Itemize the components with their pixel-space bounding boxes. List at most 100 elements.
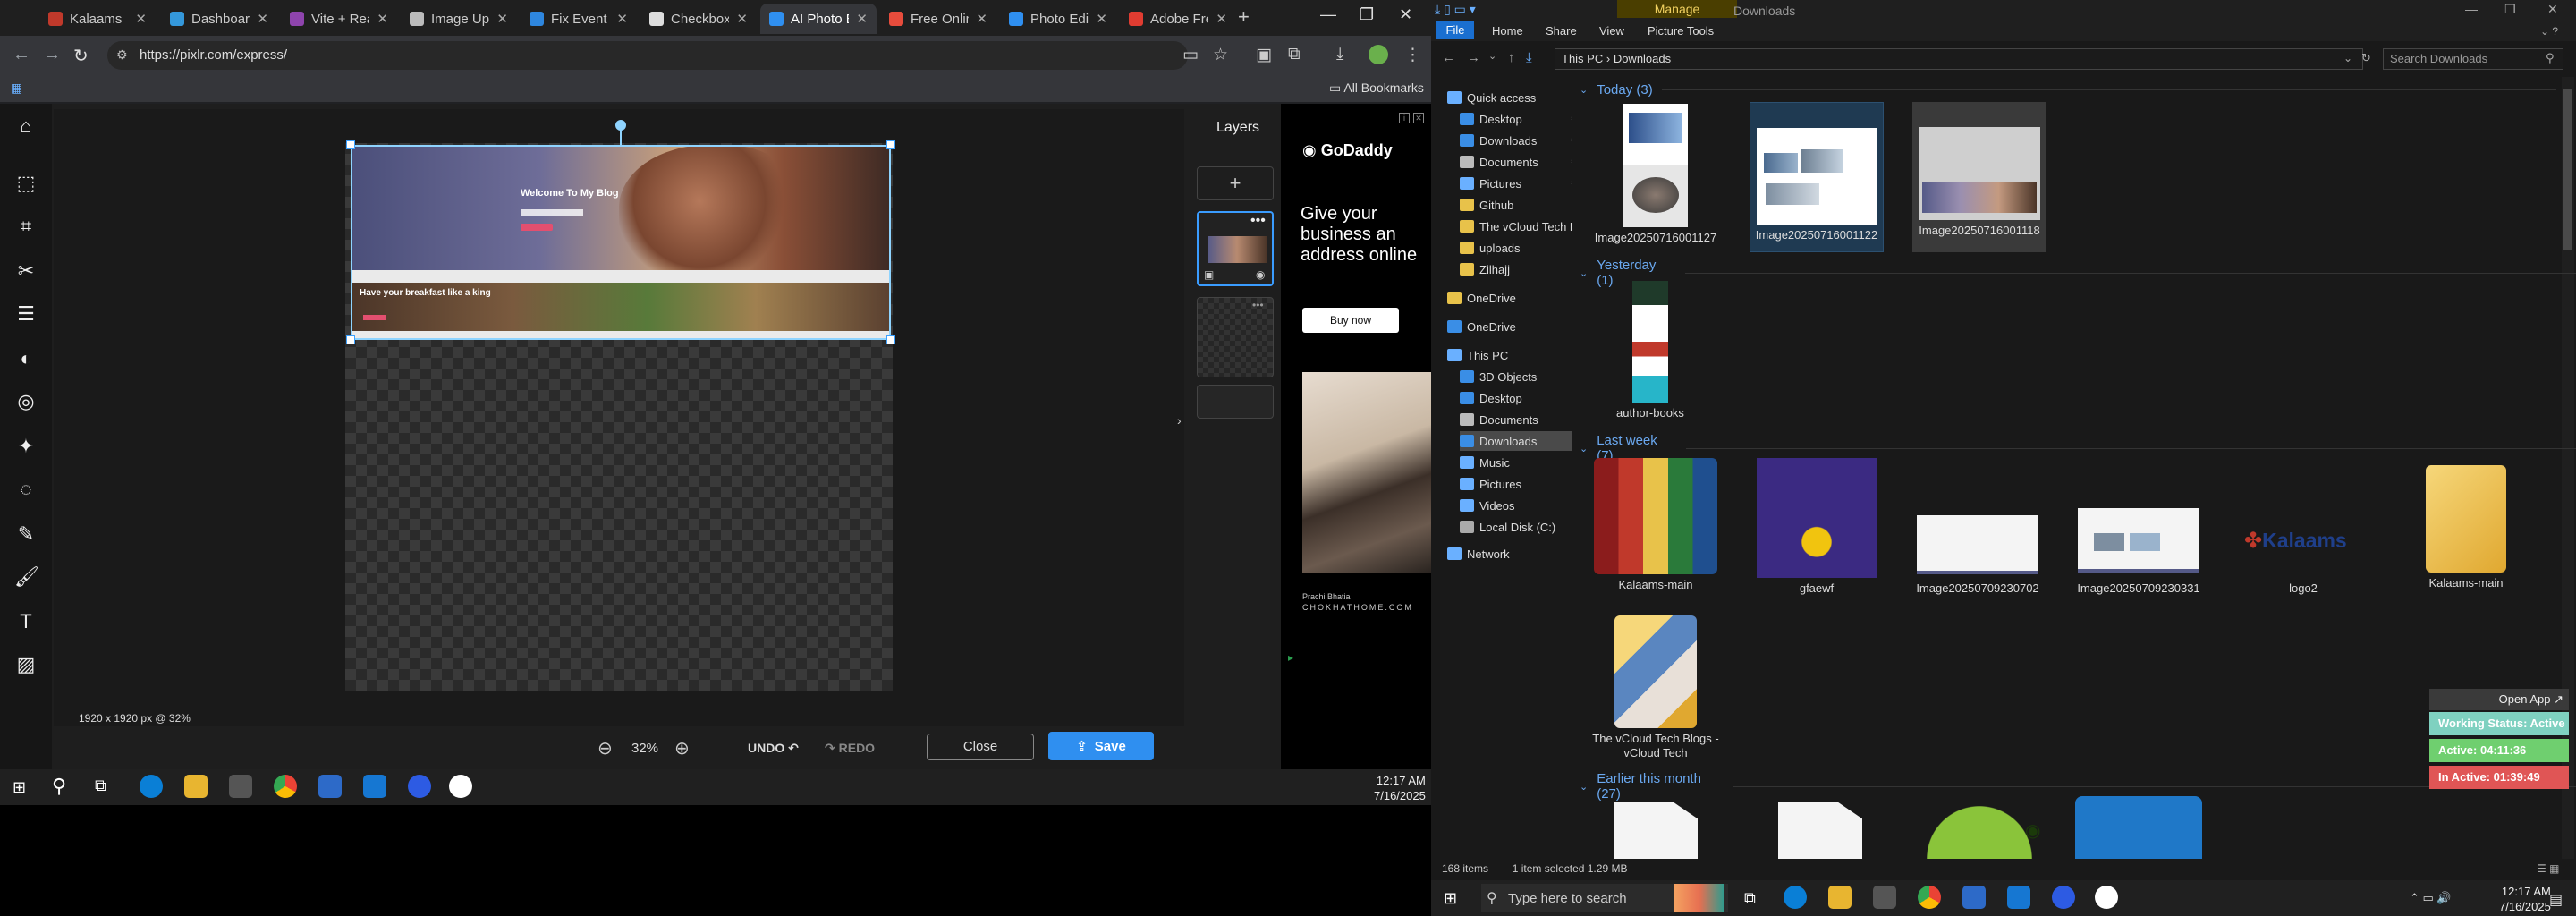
maximize-button[interactable]: ❐ <box>1360 5 1374 24</box>
nav-item[interactable]: Quick access <box>1447 88 1536 107</box>
home-icon[interactable]: ⌂ <box>14 114 38 138</box>
add-layer-button[interactable]: + <box>1197 166 1274 200</box>
edge-icon[interactable] <box>1784 886 1807 909</box>
site-info-icon[interactable]: ⚙ <box>116 47 128 63</box>
breadcrumb-downloads[interactable]: Downloads <box>1614 52 1671 65</box>
group-yesterday[interactable]: ⌄ Yesterday (1) <box>1580 258 2576 288</box>
refresh-icon[interactable]: ↻ <box>2361 51 2371 65</box>
explorer-address-bar[interactable] <box>1555 48 2363 70</box>
file-item[interactable]: Image20250716001118 <box>1912 102 2046 252</box>
ribbon-tab-share[interactable]: Share <box>1546 24 1577 38</box>
forward-arrow-icon[interactable]: → <box>1467 50 1480 65</box>
file-item[interactable]: ✤Kalaams logo2 <box>2236 458 2370 596</box>
nav-item[interactable]: Pictures✱ <box>1460 174 1578 193</box>
file-item[interactable]: The vCloud Tech Blogs - vCloud Tech <box>1589 615 1723 760</box>
nav-item[interactable]: Network <box>1447 544 1510 564</box>
tab-close-icon[interactable]: ✕ <box>976 11 987 27</box>
tab-close-icon[interactable]: ✕ <box>257 11 268 27</box>
ad-close-icon[interactable]: ✕ <box>1413 113 1424 123</box>
file-item[interactable]: Image20250709230331 <box>2072 458 2206 596</box>
browser-tab[interactable]: Kalaams ✕ <box>39 4 156 34</box>
windows-start-icon[interactable]: ⊞ <box>1444 889 1457 908</box>
close-window-button[interactable]: ✕ <box>2547 2 2558 17</box>
selection-box[interactable] <box>351 145 891 340</box>
vscode-icon[interactable] <box>2007 886 2030 909</box>
ai-tool-icon[interactable]: ✦ <box>14 435 38 458</box>
ribbon-tab-view[interactable]: View <box>1599 24 1624 38</box>
undo-button[interactable]: UNDO ↶ <box>748 741 799 756</box>
tab-close-icon[interactable]: ✕ <box>496 11 508 27</box>
close-window-button[interactable]: ✕ <box>1399 5 1412 24</box>
notification-icon[interactable]: ▤ <box>2549 891 2563 909</box>
browser-tab[interactable]: Fix Event Sub ✕ <box>521 4 637 34</box>
vpn-icon[interactable] <box>318 775 342 798</box>
nav-item[interactable]: Videos <box>1460 496 1515 515</box>
file-item[interactable]: Image20250716001122 <box>1750 102 1884 252</box>
file-item[interactable]: Image20250709230702 <box>1911 458 2045 596</box>
breadcrumb-this-pc[interactable]: This PC <box>1562 52 1603 65</box>
all-bookmarks-button[interactable]: ▭ All Bookmarks <box>1329 81 1424 96</box>
file-item[interactable]: author-books <box>1583 281 1717 420</box>
search-icon[interactable]: ⚲ <box>2546 51 2555 65</box>
browser-tab[interactable]: Dashboard ✕ <box>161 4 277 34</box>
filter-tool-icon[interactable]: ◐ <box>14 347 38 370</box>
minimize-button[interactable]: — <box>2465 2 2478 16</box>
scrollbar-thumb[interactable] <box>2563 89 2572 250</box>
nav-item[interactable]: uploads <box>1460 238 1521 258</box>
browser-tab[interactable]: Photo Editor ✕ <box>1000 4 1116 34</box>
tab-close-icon[interactable]: ✕ <box>736 11 748 27</box>
forward-button[interactable]: → <box>43 45 61 65</box>
windows-start-icon[interactable]: ⊞ <box>13 778 26 797</box>
profile-avatar[interactable] <box>1368 45 1388 64</box>
zoom-app-icon[interactable] <box>408 775 431 798</box>
apps-icon[interactable]: ▦ <box>11 81 22 96</box>
browser-tab[interactable]: Vite + React ✕ <box>281 4 397 34</box>
new-tab-button[interactable]: + <box>1238 5 1250 29</box>
open-app-button[interactable]: Open App ↗ <box>2429 689 2569 710</box>
zoom-out-icon[interactable]: ⊖ <box>597 737 613 759</box>
nav-item[interactable]: Github <box>1460 195 1513 215</box>
chrome-icon[interactable] <box>1918 886 1941 909</box>
store-icon[interactable] <box>229 775 252 798</box>
store-icon[interactable] <box>1873 886 1896 909</box>
nav-item[interactable]: Downloads✱ <box>1460 131 1578 150</box>
ribbon-tab-file[interactable]: File <box>1436 21 1474 39</box>
ribbon-tab-home[interactable]: Home <box>1492 24 1523 38</box>
ad-choices-icon[interactable]: ▸ <box>1288 651 1293 664</box>
retouch-tool-icon[interactable]: ◌ <box>14 478 38 501</box>
back-button[interactable]: ← <box>13 45 30 65</box>
effect-tool-icon[interactable]: ◎ <box>14 390 38 413</box>
nav-item[interactable]: Documents✱ <box>1460 152 1578 172</box>
nav-item[interactable]: Zilhajj <box>1460 259 1510 279</box>
crop-tool-icon[interactable]: ⌗ <box>14 215 38 238</box>
task-view-icon[interactable]: ⧉ <box>1744 889 1756 908</box>
brush-tool-icon[interactable]: 🖌 <box>14 565 39 589</box>
arrange-tool-icon[interactable]: ⬚ <box>14 172 38 195</box>
task-view-icon[interactable]: ⧉ <box>95 776 106 795</box>
browser-tab[interactable]: Checkbox ✕ <box>640 4 757 34</box>
ribbon-tab-picture-tools[interactable]: Picture Tools <box>1648 24 1714 38</box>
tab-close-icon[interactable]: ✕ <box>1096 11 1107 27</box>
file-item[interactable]: Kalaams-main <box>1589 458 1723 592</box>
extension-icon[interactable]: ▣ <box>1256 45 1272 65</box>
system-tray-icons[interactable]: ⌃ ▭ 🔊 <box>2410 891 2452 905</box>
search-icon[interactable]: ⚲ <box>52 775 66 798</box>
layer-options-icon[interactable]: ••• <box>1252 299 1264 311</box>
zoom-app-icon[interactable] <box>2052 886 2075 909</box>
browser-tab[interactable]: Adobe Free ✕ <box>1120 4 1236 34</box>
collapse-panel-icon[interactable]: › <box>1177 413 1182 428</box>
nav-item[interactable]: Documents <box>1460 410 1538 429</box>
visibility-eye-icon[interactable]: ◉ <box>1256 268 1265 281</box>
cutout-tool-icon[interactable]: ✂ <box>14 259 38 283</box>
download-icon[interactable]: ⤓ <box>1336 45 1343 64</box>
buy-now-button[interactable]: Buy now <box>1302 308 1399 333</box>
file-item[interactable]: Image20250716001127 <box>1589 104 1723 245</box>
browser-tab[interactable]: AI Photo Editor ✕ <box>760 4 877 34</box>
nav-item[interactable]: Downloads <box>1460 431 1576 451</box>
vpn-icon[interactable] <box>1962 886 1986 909</box>
ribbon-collapse-icon[interactable]: ⌄ ? <box>2540 25 2558 38</box>
resize-handle-br[interactable] <box>886 335 895 344</box>
resize-handle-bl[interactable] <box>346 335 355 344</box>
file-explorer-icon[interactable] <box>184 775 208 798</box>
close-button[interactable]: Close <box>927 734 1034 760</box>
